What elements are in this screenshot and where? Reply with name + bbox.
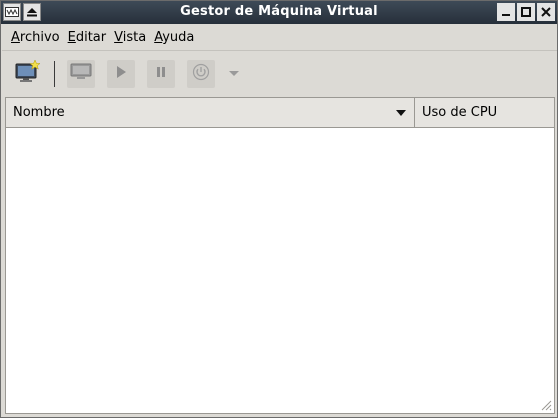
- menu-vista[interactable]: Vista: [114, 30, 146, 45]
- new-vm-button[interactable]: [14, 59, 42, 88]
- pause-icon: [154, 65, 168, 83]
- window-title: Gestor de Máquina Virtual: [180, 4, 378, 19]
- shutdown-menu-chevron-down-icon[interactable]: [227, 69, 241, 79]
- vm-list-header: Nombre Uso de CPU: [5, 97, 555, 128]
- shutdown-icon: [192, 63, 210, 85]
- run-icon: [114, 65, 128, 83]
- column-label-uso-de-cpu: Uso de CPU: [422, 105, 498, 120]
- resize-grip-icon[interactable]: [540, 399, 552, 411]
- column-label-nombre: Nombre: [13, 105, 65, 120]
- virt-manager-window: Gestor de Máquina Virtual Archivo Editar…: [0, 0, 558, 418]
- column-header-uso-de-cpu[interactable]: Uso de CPU: [415, 98, 554, 127]
- open-console-icon: [70, 63, 92, 85]
- maximize-icon[interactable]: [517, 3, 535, 21]
- pause-button[interactable]: [147, 60, 175, 88]
- close-icon[interactable]: [537, 3, 555, 21]
- title-bar[interactable]: Gestor de Máquina Virtual: [1, 1, 557, 24]
- toolbar: [2, 53, 557, 95]
- run-button[interactable]: [107, 60, 135, 88]
- shutdown-button[interactable]: [187, 60, 215, 88]
- minimize-icon[interactable]: [497, 3, 515, 21]
- menu-archivo[interactable]: Archivo: [11, 30, 60, 45]
- column-header-nombre[interactable]: Nombre: [6, 98, 415, 127]
- menu-bar: Archivo Editar Vista Ayuda: [2, 25, 557, 51]
- chevron-down-icon[interactable]: [396, 105, 406, 120]
- new-vm-icon: [15, 59, 41, 88]
- menu-editar[interactable]: Editar: [68, 30, 107, 45]
- vm-list[interactable]: [5, 128, 555, 414]
- menu-ayuda[interactable]: Ayuda: [154, 30, 194, 45]
- open-console-button[interactable]: [67, 60, 95, 88]
- toolbar-separator: [54, 61, 55, 87]
